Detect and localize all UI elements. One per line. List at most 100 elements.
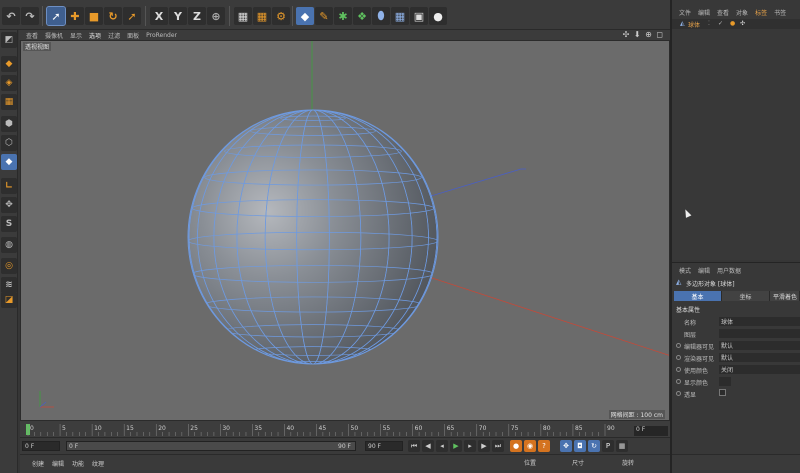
axis-x-button[interactable]: X [150, 7, 168, 25]
axis-mode-icon[interactable]: ∟ [1, 178, 17, 194]
recent-tool-icon[interactable]: ➚ [123, 7, 141, 25]
visibility-dots-icon[interactable]: ⁚ [708, 20, 710, 27]
snap-icon[interactable]: S [1, 216, 17, 232]
undo-icon[interactable]: ↶ [2, 7, 20, 25]
menu-edit[interactable]: 编辑 [52, 459, 64, 468]
object-row-sphere[interactable]: ◭ 球体 ⁚ ✓ ● ✣ [672, 19, 800, 29]
perspective-viewport[interactable]: 透视视图 网格间距 : 100 cm [20, 40, 670, 421]
play-icon[interactable]: ▶ [450, 440, 462, 452]
xray-checkbox[interactable] [719, 389, 726, 396]
preview-range-slider[interactable]: 0 F 90 F [66, 441, 356, 451]
tag-icon[interactable]: ✣ [740, 20, 745, 27]
use-color-select[interactable]: 关闭 [719, 365, 800, 374]
viewport-menu-prorender[interactable]: ProRender [146, 32, 177, 39]
menu-create[interactable]: 创建 [32, 459, 44, 468]
timeline-ruler[interactable]: 0 5 10 15 20 25 30 35 40 45 50 55 60 65 70 75 80 85 90 0 F [20, 421, 670, 438]
quantize-icon[interactable]: ◪ [1, 292, 17, 308]
texture-mode-icon[interactable]: ◈ [1, 75, 17, 91]
rotate-tool-icon[interactable]: ↻ [104, 7, 122, 25]
camera-icon[interactable]: ▣ [410, 7, 428, 25]
floor-environment-icon[interactable]: ▦ [391, 7, 409, 25]
coordinate-system-icon[interactable]: ⊕ [207, 7, 225, 25]
tab-phong[interactable]: 平滑着色 [770, 291, 800, 301]
pen-spline-icon[interactable]: ✎ [315, 7, 333, 25]
planar-workplane-icon[interactable]: ≋ [1, 277, 17, 293]
display-color-swatch[interactable] [719, 377, 731, 386]
key-scale-icon[interactable]: ◘ [574, 440, 586, 452]
attr-menu-mode[interactable]: 模式 [679, 266, 691, 275]
keyframe-selection-icon[interactable]: ? [538, 440, 550, 452]
next-frame-icon[interactable]: ▸ [464, 440, 476, 452]
previous-frame-icon[interactable]: ◂ [436, 440, 448, 452]
start-frame-field[interactable]: 0 F [22, 441, 60, 451]
obj-menu-bookmarks[interactable]: 书签 [774, 8, 786, 17]
render-picture-viewer-icon[interactable]: ▦ [253, 7, 271, 25]
workplane-icon[interactable]: ▦ [1, 94, 17, 110]
obj-menu-edit[interactable]: 编辑 [698, 8, 710, 17]
animate-radio-icon[interactable] [676, 391, 681, 396]
object-name[interactable]: 球体 [688, 20, 700, 29]
points-mode-icon[interactable]: ⬢ [1, 116, 17, 132]
move-tool-icon[interactable]: ✚ [66, 7, 84, 25]
viewport-menu-display[interactable]: 显示 [70, 31, 82, 40]
tweak-mode-icon[interactable]: ✥ [1, 197, 17, 213]
viewport-menu-options[interactable]: 选项 [89, 31, 101, 40]
viewport-navigation-icons[interactable]: ✣ ⬇ ⊕ ◻ [623, 30, 664, 39]
previous-key-icon[interactable]: ◀ [422, 440, 434, 452]
subdivision-generator-icon[interactable]: ✱ [334, 7, 352, 25]
editor-visible-select[interactable]: 默认 [719, 341, 800, 350]
current-frame-field[interactable]: 0 F [634, 426, 668, 436]
key-parameter-icon[interactable]: P [602, 440, 614, 452]
go-to-start-icon[interactable]: ⏮ [408, 440, 420, 452]
sphere-object[interactable] [187, 109, 439, 365]
menu-function[interactable]: 功能 [72, 459, 84, 468]
edges-mode-icon[interactable]: ⬡ [1, 135, 17, 151]
viewport-menu-filter[interactable]: 过滤 [108, 31, 120, 40]
obj-menu-objects[interactable]: 对象 [736, 8, 748, 17]
deformer-icon[interactable]: ⬮ [372, 7, 390, 25]
light-icon[interactable]: ● [429, 7, 447, 25]
key-rotation-icon[interactable]: ↻ [588, 440, 600, 452]
render-settings-icon[interactable]: ⚙ [272, 7, 290, 25]
axis-y-button[interactable]: Y [169, 7, 187, 25]
cloner-icon[interactable]: ❖ [353, 7, 371, 25]
key-position-icon[interactable]: ✥ [560, 440, 572, 452]
solo-icon[interactable]: ◍ [1, 237, 17, 253]
layer-field[interactable] [719, 329, 800, 338]
record-keys-icon[interactable]: ● [510, 440, 522, 452]
tab-basic[interactable]: 基本 [674, 291, 722, 301]
go-to-end-icon[interactable]: ⏭ [492, 440, 504, 452]
end-frame-field[interactable]: 90 F [365, 441, 403, 451]
attr-menu-edit[interactable]: 编辑 [698, 266, 710, 275]
select-tool-icon[interactable]: ➚ [46, 6, 66, 26]
tab-coordinates[interactable]: 坐标 [722, 291, 770, 301]
obj-menu-file[interactable]: 文件 [679, 8, 691, 17]
animate-radio-icon[interactable] [676, 343, 681, 348]
axis-z-button[interactable]: Z [188, 7, 206, 25]
viewport-menu-view[interactable]: 查看 [26, 31, 38, 40]
polygons-mode-icon[interactable]: ◆ [1, 154, 17, 170]
animate-radio-icon[interactable] [676, 367, 681, 372]
cube-object-icon[interactable]: ◆ [296, 7, 314, 25]
enable-check-icon[interactable]: ✓ [718, 20, 723, 27]
viewport-menu-panel[interactable]: 面板 [127, 31, 139, 40]
obj-menu-tags[interactable]: 标签 [755, 8, 767, 17]
make-editable-icon[interactable]: ◩ [1, 32, 17, 48]
autokey-icon[interactable]: ◉ [524, 440, 536, 452]
menu-texture[interactable]: 纹理 [92, 459, 104, 468]
name-field[interactable]: 球体 [719, 317, 800, 326]
animate-radio-icon[interactable] [676, 355, 681, 360]
render-view-icon[interactable]: ▦ [234, 7, 252, 25]
next-key-icon[interactable]: ▶ [478, 440, 490, 452]
animate-radio-icon[interactable] [676, 379, 681, 384]
attr-menu-userdata[interactable]: 用户数据 [717, 266, 741, 275]
phong-tag-icon[interactable]: ● [730, 20, 735, 27]
redo-icon[interactable]: ↷ [21, 7, 39, 25]
render-visible-select[interactable]: 默认 [719, 353, 800, 362]
viewport-menu-cameras[interactable]: 摄像机 [45, 31, 63, 40]
model-mode-icon[interactable]: ◆ [1, 56, 17, 72]
key-pla-icon[interactable]: ▦ [616, 440, 628, 452]
locked-workplane-icon[interactable]: ◎ [1, 258, 17, 274]
scale-tool-icon[interactable]: ■ [85, 7, 103, 25]
obj-menu-view[interactable]: 查看 [717, 8, 729, 17]
